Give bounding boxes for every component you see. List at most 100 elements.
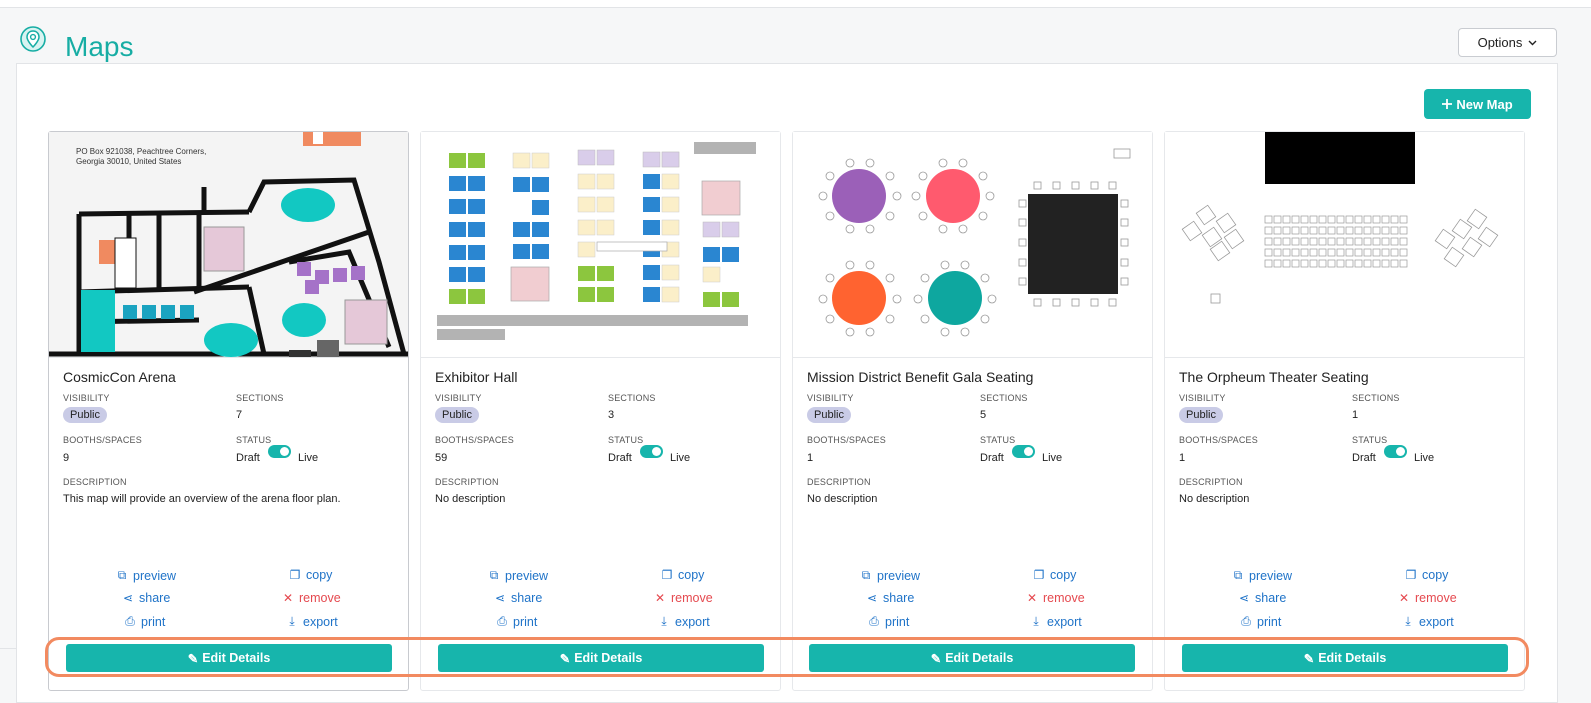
- export-link[interactable]: ⤓ export: [1030, 614, 1081, 629]
- printer-icon: ⎙: [125, 614, 135, 628]
- sections-value: 7: [236, 409, 243, 421]
- share-link[interactable]: ⋖ share: [1238, 591, 1286, 605]
- copy-link[interactable]: ❐ copy: [1033, 568, 1077, 582]
- remove-link[interactable]: ✕ remove: [1026, 591, 1085, 605]
- booths-label: BOOTHS/SPACES: [807, 435, 886, 445]
- preview-link[interactable]: ⧉ preview: [116, 568, 176, 583]
- print-label: print: [513, 614, 538, 629]
- sections-value: 1: [1352, 409, 1359, 421]
- remove-link[interactable]: ✕ remove: [1398, 591, 1457, 605]
- preview-label: preview: [505, 568, 549, 583]
- status-label: STATUS: [608, 435, 644, 445]
- page-header: Maps Options: [0, 9, 1591, 63]
- svg-text:Georgia 30010, United States: Georgia 30010, United States: [76, 157, 181, 166]
- export-link[interactable]: ⤓ export: [286, 614, 338, 629]
- export-link[interactable]: ⤓ export: [1402, 614, 1454, 629]
- status-live-label: Live: [1414, 452, 1435, 464]
- visibility-badge: Public: [63, 407, 107, 423]
- copy-link[interactable]: ❐ copy: [661, 568, 705, 582]
- booths-value: 9: [63, 452, 70, 464]
- edit-details-label: Edit Details: [945, 651, 1014, 665]
- status-toggle[interactable]: [640, 445, 663, 458]
- edit-details-button[interactable]: ✎ Edit Details: [66, 644, 392, 672]
- top-bar: [0, 0, 1591, 8]
- external-link-icon: ⧉: [489, 568, 499, 582]
- close-icon: ✕: [1026, 591, 1038, 605]
- map-thumbnail[interactable]: [793, 132, 1152, 358]
- remove-link[interactable]: ✕ remove: [654, 591, 713, 605]
- status-label: STATUS: [1352, 435, 1388, 445]
- export-label: export: [1419, 614, 1454, 629]
- booths-value: 1: [807, 452, 814, 464]
- map-name: Exhibitor Hall: [435, 369, 518, 385]
- booths-label: BOOTHS/SPACES: [63, 435, 142, 445]
- visibility-label: VISIBILITY: [63, 393, 110, 403]
- copy-link[interactable]: ❐ copy: [289, 568, 333, 582]
- copy-link[interactable]: ❐ copy: [1405, 568, 1449, 582]
- chevron-down-icon: [1528, 40, 1537, 45]
- share-link[interactable]: ⋖ share: [494, 591, 542, 605]
- preview-link[interactable]: ⧉ preview: [860, 568, 920, 583]
- pencil-icon: ✎: [187, 651, 199, 666]
- edit-details-button[interactable]: ✎ Edit Details: [1182, 644, 1508, 672]
- description-label: DESCRIPTION: [807, 477, 871, 487]
- booths-label: BOOTHS/SPACES: [435, 435, 514, 445]
- share-link[interactable]: ⋖ share: [122, 591, 170, 605]
- status-label: STATUS: [980, 435, 1016, 445]
- description-text: No description: [1179, 493, 1250, 505]
- map-card: ARENA PO Box 921038, Peachtree Corners, …: [48, 131, 409, 691]
- new-map-button[interactable]: New Map: [1424, 89, 1531, 119]
- map-name: Mission District Benefit Gala Seating: [807, 369, 1034, 385]
- edit-details-button[interactable]: ✎ Edit Details: [809, 644, 1135, 672]
- share-link[interactable]: ⋖ share: [866, 591, 914, 605]
- export-link[interactable]: ⤓ export: [658, 614, 709, 629]
- options-button[interactable]: Options: [1458, 28, 1557, 57]
- status-toggle[interactable]: [1012, 445, 1035, 458]
- map-thumbnail[interactable]: ARENA PO Box 921038, Peachtree Corners, …: [49, 132, 408, 358]
- pencil-icon: ✎: [559, 651, 571, 666]
- share-label: share: [139, 591, 171, 605]
- pencil-icon: ✎: [1303, 651, 1315, 666]
- preview-label: preview: [133, 568, 177, 583]
- share-icon: ⋖: [122, 591, 134, 605]
- printer-icon: ⎙: [869, 614, 879, 628]
- close-icon: ✕: [282, 591, 294, 605]
- print-link[interactable]: ⎙ print: [1240, 614, 1281, 629]
- map-card: The Orpheum Theater Seating VISIBILITY P…: [1164, 131, 1525, 691]
- remove-link[interactable]: ✕ remove: [282, 591, 341, 605]
- edit-details-button[interactable]: ✎ Edit Details: [438, 644, 764, 672]
- pencil-icon: ✎: [930, 651, 942, 666]
- print-link[interactable]: ⎙ print: [124, 614, 165, 629]
- map-name: CosmicCon Arena: [63, 369, 176, 385]
- external-link-icon: ⧉: [117, 568, 127, 582]
- close-icon: ✕: [654, 591, 666, 605]
- description-text: No description: [435, 493, 506, 505]
- preview-link[interactable]: ⧉ preview: [1232, 568, 1292, 583]
- new-map-label: New Map: [1456, 96, 1513, 112]
- visibility-label: VISIBILITY: [1179, 393, 1226, 403]
- booths-value: 59: [435, 452, 448, 464]
- status-draft-label: Draft: [1352, 452, 1376, 464]
- export-label: export: [303, 614, 338, 629]
- map-thumbnail[interactable]: [421, 132, 780, 358]
- options-label: Options: [1477, 35, 1523, 50]
- print-label: print: [885, 614, 910, 629]
- preview-link[interactable]: ⧉ preview: [488, 568, 548, 583]
- description-label: DESCRIPTION: [1179, 477, 1243, 487]
- edit-details-label: Edit Details: [202, 651, 271, 665]
- share-label: share: [883, 591, 915, 605]
- printer-icon: ⎙: [497, 614, 507, 628]
- sections-value: 3: [608, 409, 615, 421]
- visibility-badge: Public: [435, 407, 479, 423]
- remove-label: remove: [671, 591, 713, 605]
- status-toggle[interactable]: [268, 445, 291, 458]
- sections-label: SECTIONS: [236, 393, 284, 403]
- print-link[interactable]: ⎙ print: [868, 614, 909, 629]
- copy-label: copy: [678, 568, 705, 582]
- map-thumbnail[interactable]: [1165, 132, 1524, 358]
- remove-label: remove: [299, 591, 341, 605]
- download-icon: ⤓: [661, 614, 667, 628]
- print-link[interactable]: ⎙ print: [496, 614, 537, 629]
- status-toggle[interactable]: [1384, 445, 1407, 458]
- printer-icon: ⎙: [1241, 614, 1251, 628]
